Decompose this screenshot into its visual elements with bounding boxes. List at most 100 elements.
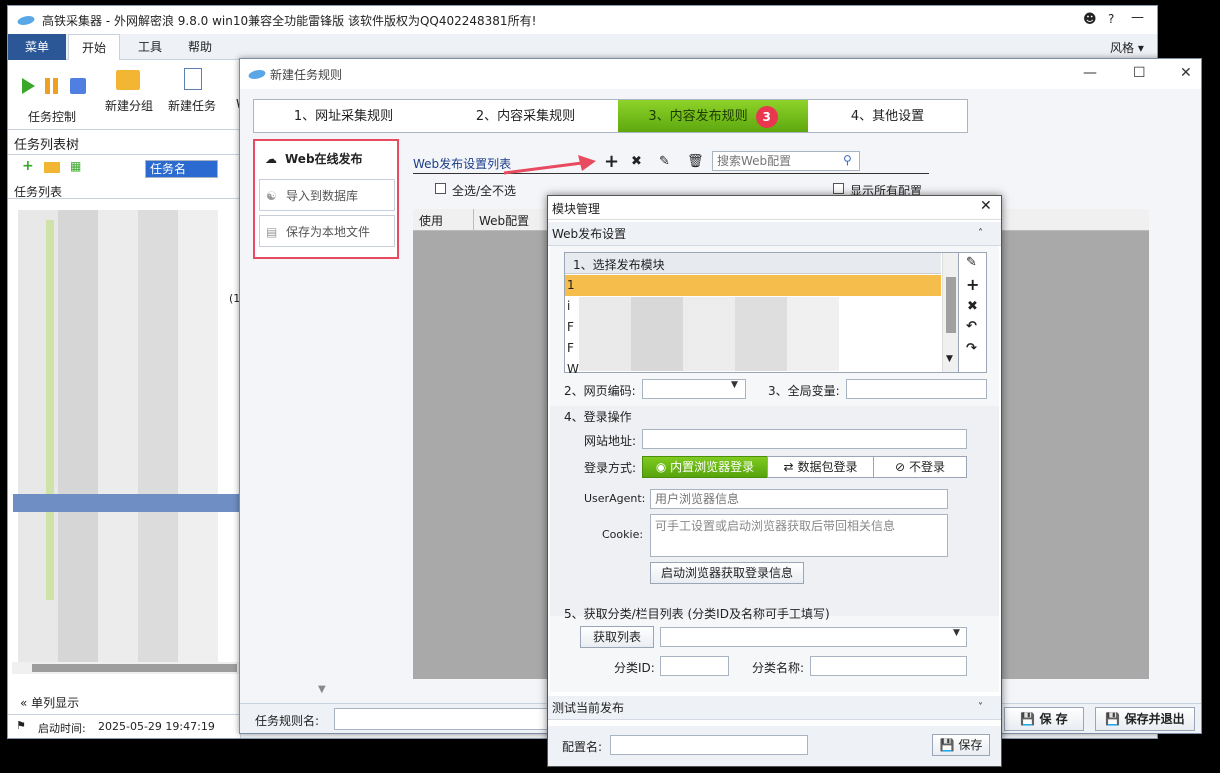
user-icon[interactable]: ☻: [1083, 12, 1097, 27]
useragent-input[interactable]: [650, 489, 948, 509]
nav-import-db-label: 导入到数据库: [286, 189, 359, 203]
module-title-bar: 模块管理 ✕: [548, 196, 1001, 220]
tree-title: 任务列表树: [14, 138, 80, 153]
login-mode-builtin-label: 内置浏览器登录: [670, 460, 755, 474]
module-row-text: W: [567, 362, 579, 373]
get-list-button[interactable]: 获取列表: [580, 626, 654, 648]
undo-icon[interactable]: ↶: [966, 319, 977, 334]
collapse-icon[interactable]: ˄: [978, 222, 983, 246]
category-select[interactable]: ▼: [660, 627, 967, 647]
chevron-down-icon: ▼: [731, 380, 738, 390]
login-mode-none[interactable]: ⊘ 不登录: [873, 456, 967, 478]
encoding-label: 2、网页编码:: [564, 384, 636, 398]
folder-icon: [116, 70, 140, 90]
new-task-button[interactable]: 新建任务: [168, 97, 216, 114]
minimize-button[interactable]: —: [1083, 65, 1097, 81]
play-icon[interactable]: [22, 78, 35, 94]
step-4[interactable]: 4、其他设置: [808, 99, 968, 133]
step-1[interactable]: 1、网址采集规则: [253, 99, 433, 133]
cookie-textarea[interactable]: 可手工设置或启动浏览器获取后带回相关信息: [650, 514, 948, 557]
task-control-label: 任务控制: [28, 110, 77, 124]
select-module-label: 1、选择发布模块: [573, 258, 665, 272]
module-save-label: 保存: [958, 738, 983, 752]
login-mode-none-label: 不登录: [908, 460, 945, 474]
module-row[interactable]: 1: [565, 275, 941, 296]
menu-caidan[interactable]: 菜单: [8, 34, 66, 60]
tree-filter-combo[interactable]: 任务名: [145, 160, 218, 178]
step-3[interactable]: 3、内容发布规则 3: [618, 99, 808, 133]
module-save-button[interactable]: 💾 保存: [932, 734, 990, 756]
close-button[interactable]: ✕: [980, 198, 992, 214]
pointer-arrow: [503, 155, 596, 175]
search-icon[interactable]: ⚲: [843, 153, 852, 167]
login-section-label: 4、登录操作: [564, 410, 632, 424]
delete-config-icon[interactable]: ✖: [631, 154, 642, 169]
rule-name-label: 任务规则名:: [255, 714, 320, 728]
nav-web-publish[interactable]: ☁ Web在线发布: [259, 143, 395, 175]
nav-web-publish-label: Web在线发布: [285, 152, 363, 166]
tab-kaishi[interactable]: 开始: [68, 34, 120, 60]
close-button[interactable]: ✕: [1180, 65, 1192, 81]
select-all-checkbox[interactable]: [435, 183, 446, 194]
login-mode-packet-label: 数据包登录: [797, 460, 858, 474]
floppy-icon: 💾: [939, 738, 955, 752]
global-var-input[interactable]: [846, 379, 987, 399]
step-1-label: 1、网址采集规则: [293, 109, 394, 124]
chevron-down-icon[interactable]: ▼: [318, 684, 326, 695]
expand-icon[interactable]: ˅: [978, 696, 983, 720]
divider: [8, 198, 240, 199]
folder-icon[interactable]: [44, 162, 60, 173]
category-id-input[interactable]: [660, 656, 729, 676]
redo-icon[interactable]: ↷: [966, 341, 977, 356]
site-url-label: 网站地址:: [584, 434, 637, 448]
nav-save-local[interactable]: ▤ 保存为本地文件: [259, 215, 395, 247]
pause-icon[interactable]: [45, 78, 50, 94]
single-column-toggle[interactable]: « 单列显示: [20, 694, 79, 711]
show-all-checkbox[interactable]: [833, 183, 844, 194]
nav-import-db[interactable]: ☯ 导入到数据库: [259, 179, 395, 211]
category-name-input[interactable]: [810, 656, 967, 676]
chevron-down-icon: ▾: [1137, 41, 1144, 55]
chevron-down-icon[interactable]: ▼: [946, 354, 953, 364]
login-mode-packet[interactable]: ⇄ 数据包登录: [767, 456, 874, 478]
web-settings-body: 1、选择发布模块 1 i F F W ▼ ✎ + ✖ ↶ ↷ 2、网页编码: ▼…: [550, 246, 999, 692]
style-menu[interactable]: 风格 ▾: [1110, 39, 1144, 56]
add-icon[interactable]: +: [22, 158, 34, 174]
edit-config-icon[interactable]: ✎: [659, 154, 670, 169]
save-exit-button[interactable]: 💾 保存并退出: [1095, 707, 1195, 731]
add-icon[interactable]: +: [966, 275, 979, 294]
search-web-config-input[interactable]: [712, 151, 860, 171]
save-exit-label: 保存并退出: [1124, 712, 1185, 726]
maximize-button[interactable]: ☐: [1133, 65, 1146, 81]
config-name-input[interactable]: [610, 735, 808, 755]
category-name-label: 分类名称:: [752, 661, 805, 675]
launch-browser-button[interactable]: 启动浏览器获取登录信息: [650, 562, 804, 584]
expand-icon[interactable]: ▦: [70, 159, 81, 173]
trash-icon[interactable]: 🗑: [687, 154, 704, 169]
scrollbar-thumb[interactable]: [32, 664, 237, 672]
rule-name-input[interactable]: [334, 708, 548, 730]
stop-icon[interactable]: [70, 78, 86, 94]
save-button[interactable]: 💾 保 存: [1004, 707, 1084, 731]
help-icon[interactable]: ?: [1108, 12, 1114, 26]
tab-bangzhu[interactable]: 帮助: [176, 34, 224, 60]
web-settings-header[interactable]: Web发布设置 ˄: [548, 222, 1001, 246]
start-time-value: 2025-05-29 19:47:19: [98, 720, 215, 733]
useragent-label: UserAgent:: [584, 492, 646, 505]
app-logo-icon: [15, 16, 37, 25]
edit-icon[interactable]: ✎: [966, 255, 977, 270]
single-column-label: 单列显示: [31, 696, 80, 710]
site-url-input[interactable]: [642, 429, 967, 449]
module-bottom-bar: 配置名: 💾 保存: [548, 726, 1001, 766]
new-group-button[interactable]: 新建分组: [105, 97, 153, 114]
add-config-icon[interactable]: +: [604, 151, 619, 172]
scrollbar-thumb[interactable]: [946, 277, 956, 333]
minimize-button[interactable]: —: [1131, 10, 1144, 25]
step-2[interactable]: 2、内容采集规则: [433, 99, 618, 133]
test-publish-header[interactable]: 测试当前发布 ˅: [548, 696, 1001, 720]
login-mode-builtin[interactable]: ◉ 内置浏览器登录: [642, 456, 768, 478]
delete-icon[interactable]: ✖: [967, 299, 978, 314]
selected-task-row[interactable]: [13, 494, 241, 512]
tab-gongju[interactable]: 工具: [126, 34, 174, 60]
encoding-select[interactable]: ▼: [642, 379, 746, 399]
